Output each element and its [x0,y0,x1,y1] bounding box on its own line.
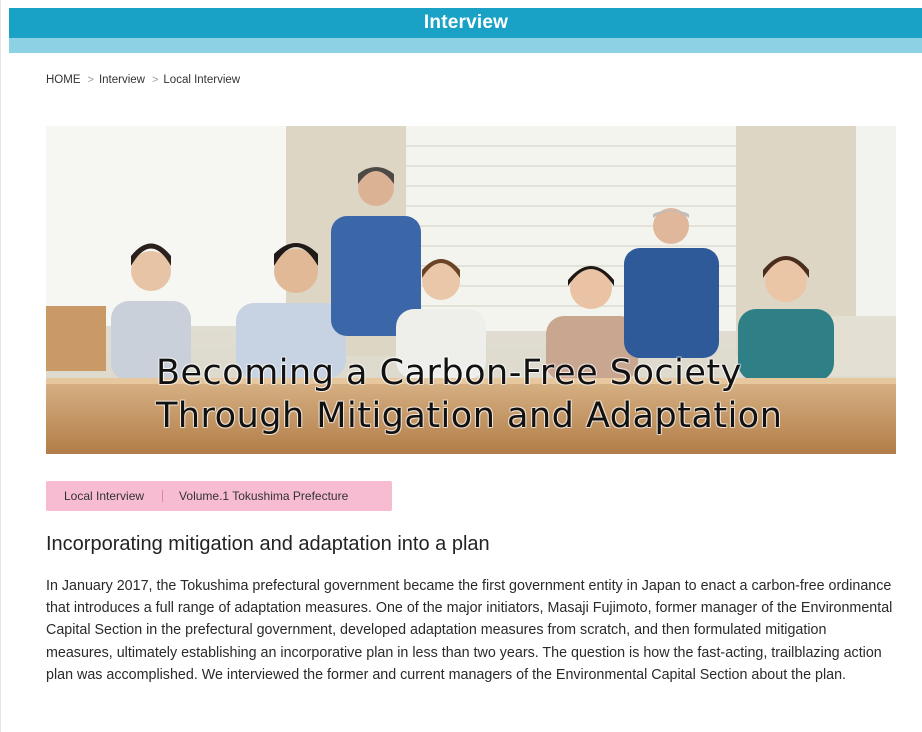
page: Interview HOME > Interview > Local Inter… [0,0,922,732]
section-header: Interview [9,8,922,38]
article-title: Incorporating mitigation and adaptation … [46,533,490,555]
volume-tag[interactable]: Volume.1 Tokushima Prefecture [179,489,348,503]
hero-caption-line: Becoming a Carbon-Free Society [156,353,742,393]
breadcrumb-home-link[interactable]: HOME [46,74,81,86]
section-title: Interview [423,12,509,33]
breadcrumb-interview-link[interactable]: Interview [99,74,145,86]
hero-caption: Becoming a Carbon-Free Society Through M… [156,352,782,438]
breadcrumb-separator-icon: > [151,74,159,86]
article-tags: Local Interview Volume.1 Tokushima Prefe… [46,481,392,511]
hero-image: Becoming a Carbon-Free Society Through M… [46,126,896,454]
hero-caption-line: Through Mitigation and Adaptation [156,396,783,436]
breadcrumb-current: Local Interview [163,74,241,86]
tag-divider [162,490,164,502]
breadcrumb-separator-icon: > [87,74,94,86]
article-body: In January 2017, the Tokushima prefectur… [46,578,893,683]
category-tag[interactable]: Local Interview [64,489,144,503]
breadcrumb: HOME > Interview > Local Interview [46,74,240,86]
header-stripe [9,38,922,53]
